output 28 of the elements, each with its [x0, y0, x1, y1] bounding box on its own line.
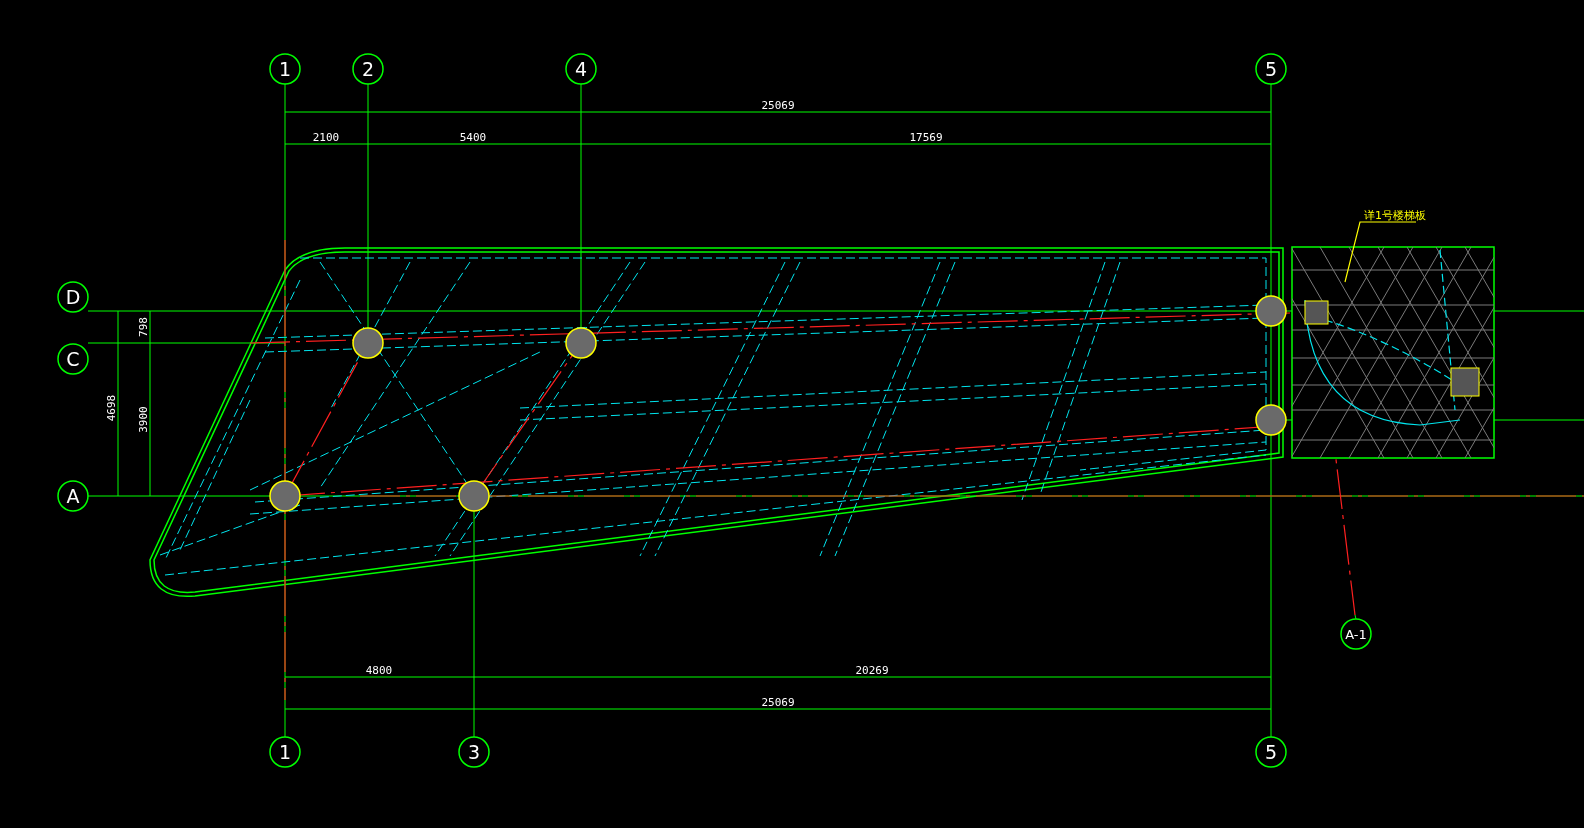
- dimension-text: 25069: [761, 99, 795, 112]
- annotation-text: 详1号楼梯板: [1364, 209, 1426, 222]
- dimension-text: 3900: [137, 406, 150, 433]
- dimension-text: 5400: [459, 131, 487, 144]
- dimension-text: 25069: [761, 696, 795, 709]
- column-circle: [1255, 295, 1287, 327]
- column-circle: [458, 480, 490, 512]
- dimension-text: 17569: [909, 131, 943, 144]
- dimension-text: 20269: [855, 664, 889, 677]
- axis-bubble: 5: [1255, 53, 1287, 85]
- detail-callout: A-1: [1340, 614, 1372, 650]
- column-circle: [565, 327, 597, 359]
- dimension-text: 4698: [105, 394, 118, 422]
- column-circle: [352, 327, 384, 359]
- axis-bubble: D: [57, 281, 89, 313]
- dimension-text: 798: [137, 317, 150, 337]
- dimension-text: 2100: [312, 131, 340, 144]
- column-circle: [1255, 404, 1287, 436]
- axis-bubble: A: [57, 480, 89, 512]
- axis-bubble: 1: [269, 53, 301, 85]
- dimension-text: 4800: [365, 664, 393, 677]
- axis-bubble: 1: [269, 736, 301, 768]
- axis-bubble: 2: [352, 53, 384, 85]
- column-circle: [269, 480, 301, 512]
- axis-bubble: 4: [565, 53, 597, 85]
- axis-bubble: C: [57, 343, 89, 375]
- axis-bubble: 5: [1255, 736, 1287, 768]
- axis-bubble: 3: [458, 736, 490, 768]
